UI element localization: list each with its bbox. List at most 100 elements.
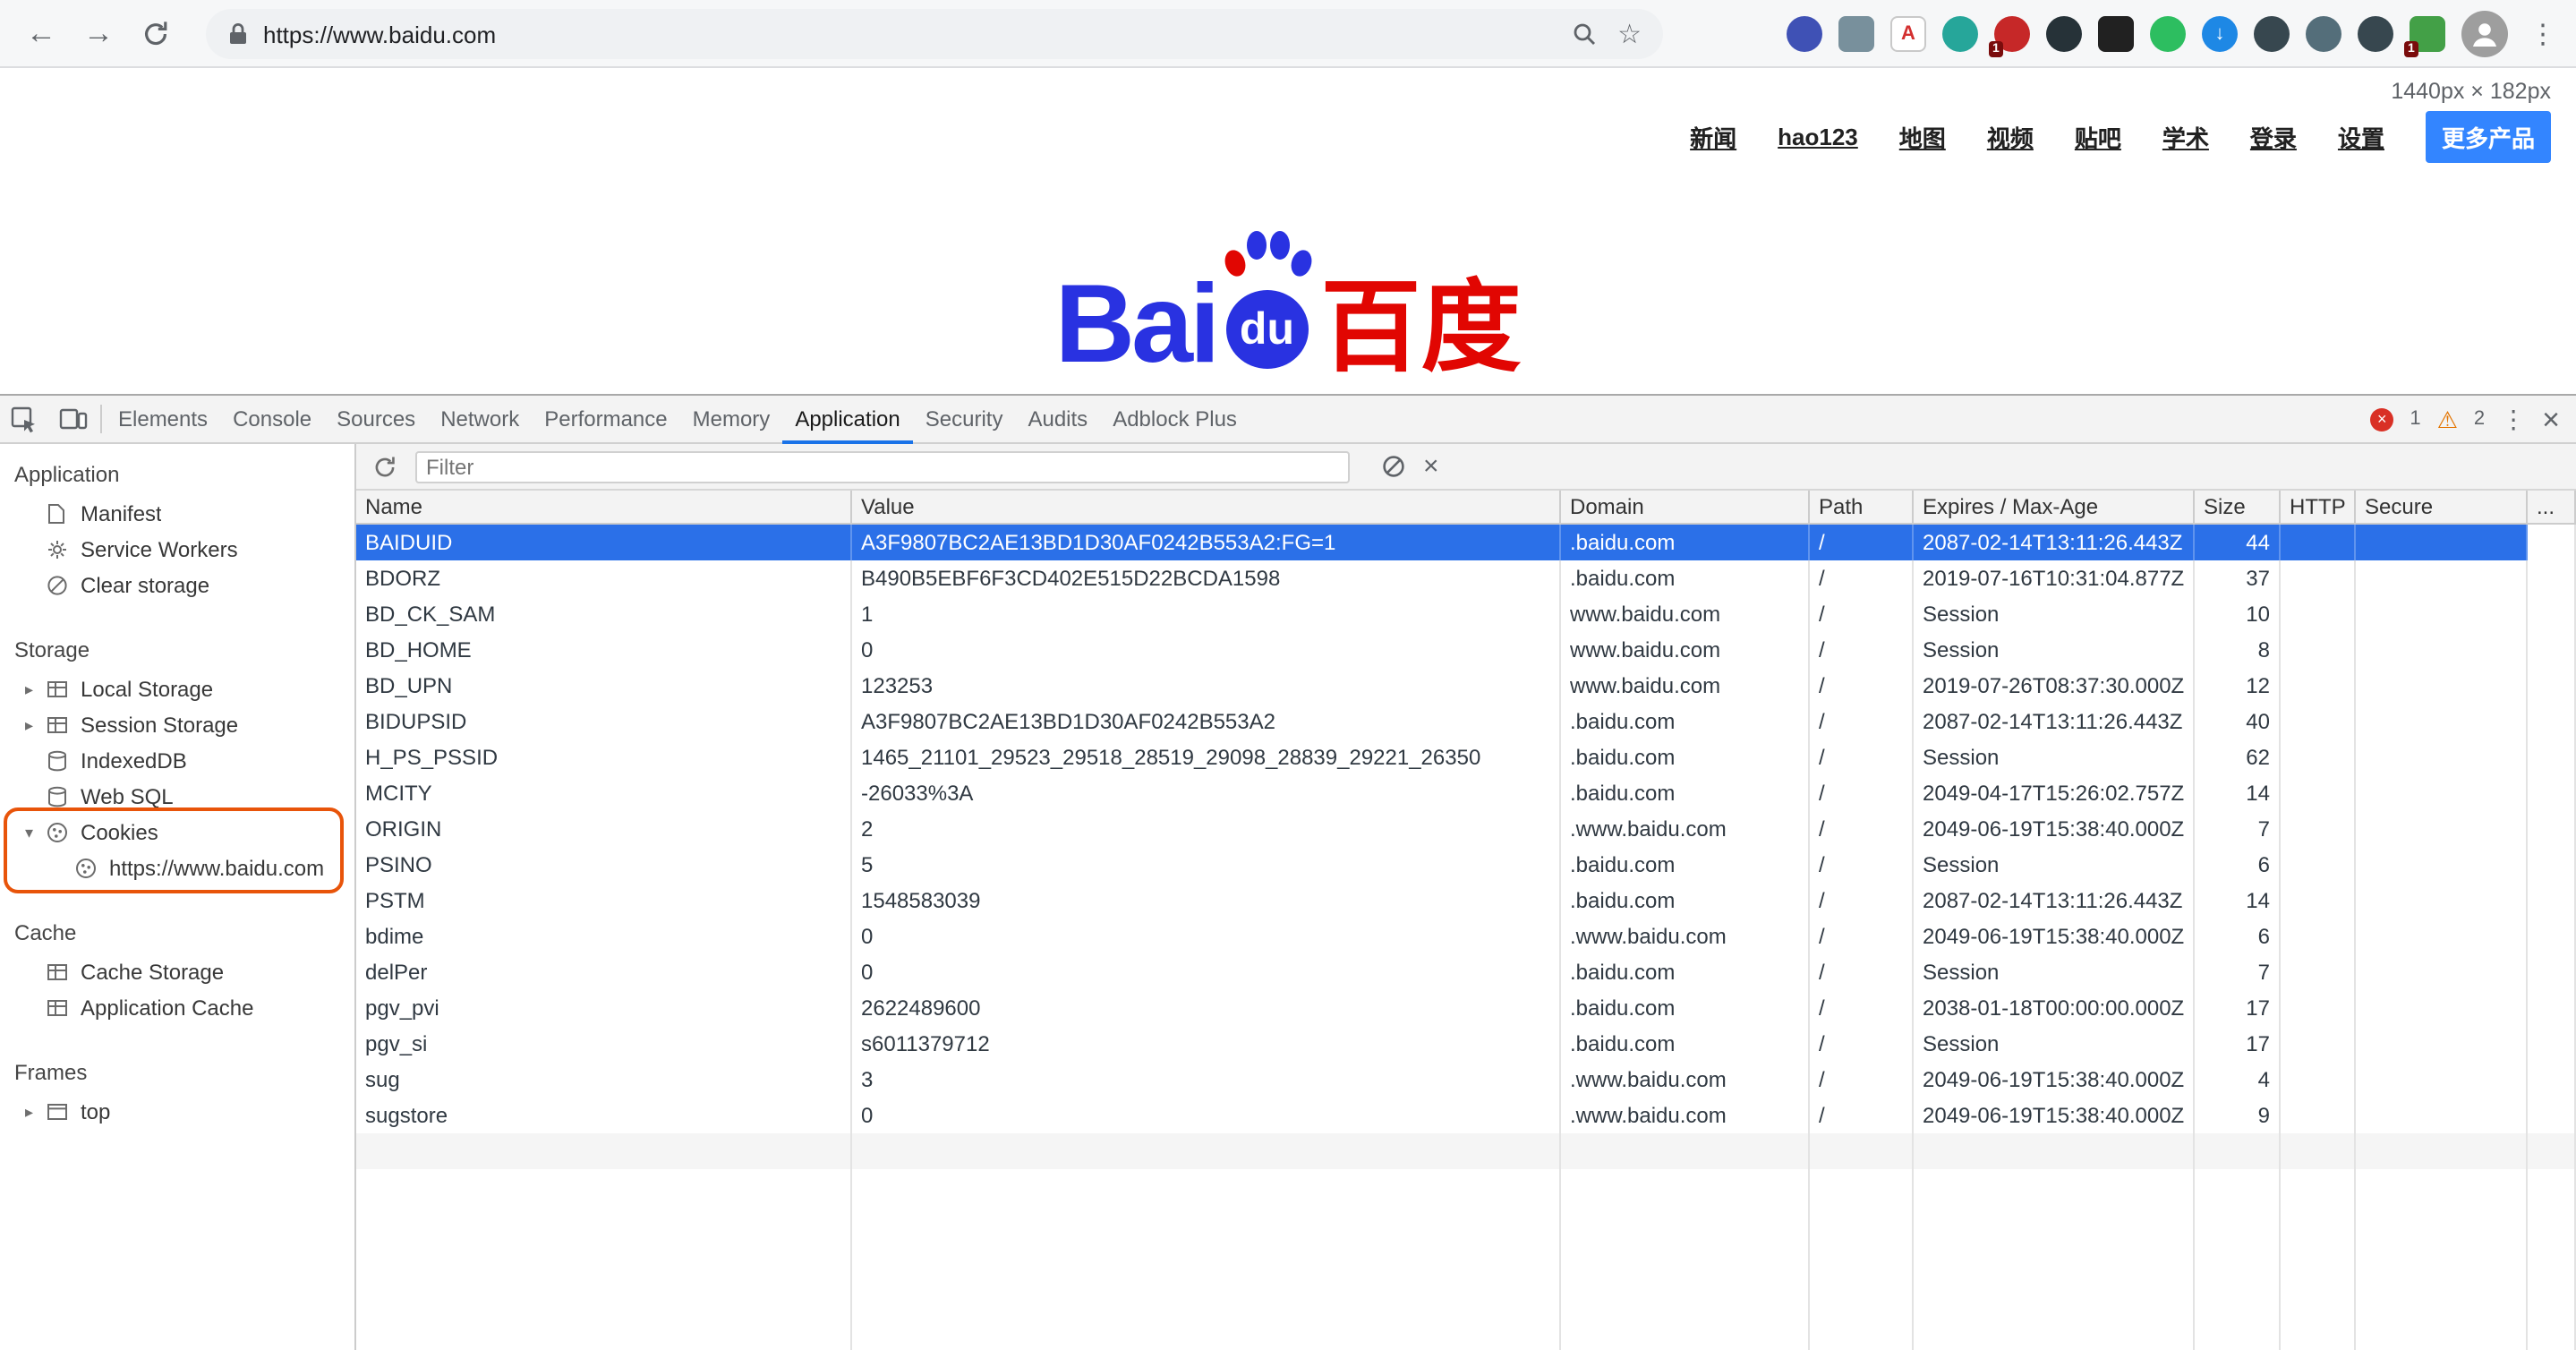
sidebar-item-clear-storage[interactable]: Clear storage (0, 568, 354, 603)
cookie-row[interactable]: PSTM1548583039.baidu.com/2087-02-14T13:1… (356, 883, 2576, 919)
column-header-name[interactable]: Name (356, 491, 852, 523)
sidebar-item-manifest[interactable]: Manifest (0, 496, 354, 532)
url-text[interactable]: https://www.baidu.com (263, 21, 496, 47)
cell-domain: .baidu.com (1561, 954, 1810, 990)
reload-icon[interactable] (129, 0, 183, 68)
tab-console[interactable]: Console (220, 395, 324, 443)
cookie-row[interactable]: H_PS_PSSID1465_21101_29523_29518_28519_2… (356, 739, 2576, 775)
chevron-right-icon[interactable]: ▸ (25, 715, 47, 735)
warning-count[interactable]: 2 (2474, 408, 2485, 430)
extension-adblock-plus-icon[interactable]: 1 (1994, 16, 2030, 52)
error-icon[interactable]: × (2370, 407, 2393, 431)
chevron-down-icon[interactable]: ▾ (25, 823, 47, 842)
column-header-item[interactable]: ... (2528, 491, 2576, 523)
sidebar-item-application-cache[interactable]: Application Cache (0, 990, 354, 1026)
devtools-menu-icon[interactable]: ⋮ (2501, 404, 2526, 434)
tab-adblock-plus[interactable]: Adblock Plus (1100, 395, 1250, 443)
profile-avatar[interactable] (2461, 11, 2508, 57)
extension-qr-code-icon[interactable] (2098, 16, 2134, 52)
baidu-nav-item[interactable]: 视频 (1987, 120, 2034, 154)
sidebar-item-cache-storage[interactable]: Cache Storage (0, 954, 354, 990)
column-header-secure[interactable]: Secure (2356, 491, 2528, 523)
cookie-row[interactable]: delPer0.baidu.com/Session7 (356, 954, 2576, 990)
baidu-nav-item[interactable]: 学术 (2162, 120, 2209, 154)
sidebar-item-service-workers[interactable]: Service Workers (0, 532, 354, 568)
cell-secure (2356, 811, 2528, 847)
sidebar-item-indexeddb[interactable]: IndexedDB (0, 743, 354, 779)
sidebar-item-local-storage[interactable]: ▸Local Storage (0, 671, 354, 707)
extension-camera-icon[interactable] (2254, 16, 2290, 52)
cookie-row[interactable]: BD_UPN123253www.baidu.com/2019-07-26T08:… (356, 668, 2576, 704)
baidu-nav-item[interactable]: 贴吧 (2075, 120, 2121, 154)
cell-domain: .baidu.com (1561, 775, 1810, 811)
cookie-row[interactable]: BD_CK_SAM1www.baidu.com/Session10 (356, 596, 2576, 632)
column-header-http[interactable]: HTTP (2281, 491, 2356, 523)
sidebar-item-top[interactable]: ▸top (0, 1094, 354, 1130)
tab-performance[interactable]: Performance (532, 395, 679, 443)
cell-secure (2356, 704, 2528, 739)
cookie-row[interactable]: BAIDUIDA3F9807BC2AE13BD1D30AF0242B553A2:… (356, 525, 2576, 560)
extension-dark-blue-circle-icon[interactable] (1787, 16, 1822, 52)
column-header-path[interactable]: Path (1810, 491, 1914, 523)
baidu-more-products-button[interactable]: 更多产品 (2426, 111, 2551, 163)
cookie-row[interactable]: sugstore0.www.baidu.com/2049-06-19T15:38… (356, 1098, 2576, 1133)
cookie-row[interactable]: pgv_sis6011379712.baidu.com/Session17 (356, 1026, 2576, 1062)
baidu-nav-hao123[interactable]: hao123 (1778, 124, 1858, 150)
cookie-row[interactable]: bdime0.www.baidu.com/2049-06-19T15:38:40… (356, 919, 2576, 954)
zoom-icon[interactable] (1571, 21, 1596, 47)
bookmark-star-icon[interactable]: ☆ (1617, 21, 1642, 47)
cookie-row[interactable]: MCITY-26033%3A.baidu.com/2049-04-17T15:2… (356, 775, 2576, 811)
baidu-nav-item[interactable]: 新闻 (1690, 120, 1736, 154)
cookie-row[interactable]: BD_HOME0www.baidu.com/Session8 (356, 632, 2576, 668)
block-icon[interactable] (1382, 455, 1405, 478)
cell-size: 14 (2195, 883, 2281, 919)
back-icon[interactable]: ← (14, 0, 68, 68)
sidebar-item-cookies[interactable]: ▾Cookies (0, 815, 354, 850)
tab-application[interactable]: Application (782, 395, 912, 443)
address-bar[interactable]: https://www.baidu.com ☆ (206, 9, 1663, 59)
baidu-nav-item[interactable]: 地图 (1899, 120, 1946, 154)
extension-download-arrow-icon[interactable]: ↓ (2202, 16, 2238, 52)
extension-tools-icon[interactable] (2306, 16, 2341, 52)
sidebar-item-web-sql[interactable]: Web SQL (0, 779, 354, 815)
extension-green-capture-icon[interactable]: 1 (2410, 16, 2445, 52)
cookie-row[interactable]: ORIGIN2.www.baidu.com/2049-06-19T15:38:4… (356, 811, 2576, 847)
baidu-nav-item[interactable]: 设置 (2338, 120, 2384, 154)
chevron-right-icon[interactable]: ▸ (25, 1102, 47, 1122)
cookie-row[interactable]: BIDUPSIDA3F9807BC2AE13BD1D30AF0242B553A2… (356, 704, 2576, 739)
cookie-row[interactable]: PSINO5.baidu.com/Session6 (356, 847, 2576, 883)
error-count[interactable]: 1 (2410, 408, 2420, 430)
tab-security[interactable]: Security (913, 395, 1016, 443)
tab-network[interactable]: Network (428, 395, 532, 443)
refresh-icon[interactable] (372, 454, 397, 479)
tab-audits[interactable]: Audits (1015, 395, 1100, 443)
tab-elements[interactable]: Elements (106, 395, 220, 443)
cookie-row[interactable]: BDORZB490B5EBF6F3CD402E515D22BCDA1598.ba… (356, 560, 2576, 596)
tab-memory[interactable]: Memory (680, 395, 783, 443)
inspect-element-icon[interactable] (0, 395, 48, 443)
filter-input[interactable] (415, 450, 1350, 483)
column-header-expires-max-age[interactable]: Expires / Max-Age (1914, 491, 2195, 523)
cookie-row[interactable]: pgv_pvi2622489600.baidu.com/2038-01-18T0… (356, 990, 2576, 1026)
column-header-domain[interactable]: Domain (1561, 491, 1810, 523)
forward-icon[interactable]: → (72, 0, 125, 68)
devtools-close-icon[interactable]: × (2542, 404, 2560, 434)
baidu-nav-item[interactable]: 登录 (2250, 120, 2297, 154)
column-header-value[interactable]: Value (852, 491, 1561, 523)
column-header-size[interactable]: Size (2195, 491, 2281, 523)
clear-filter-icon[interactable]: × (1423, 453, 1439, 480)
extension-letter-a-icon[interactable]: A (1890, 16, 1926, 52)
cookie-row[interactable]: sug3.www.baidu.com/2049-06-19T15:38:40.0… (356, 1062, 2576, 1098)
tab-sources[interactable]: Sources (324, 395, 428, 443)
extension-translate-icon[interactable] (1838, 16, 1874, 52)
extension-evernote-icon[interactable] (2150, 16, 2186, 52)
sidebar-item-https-www-baidu-com[interactable]: https://www.baidu.com (0, 850, 354, 886)
extension-shield-icon[interactable] (2358, 16, 2393, 52)
sidebar-item-session-storage[interactable]: ▸Session Storage (0, 707, 354, 743)
warning-icon[interactable]: ⚠ (2437, 407, 2458, 431)
extension-dark-circle-icon[interactable] (2046, 16, 2082, 52)
browser-menu-icon[interactable]: ⋮ (2524, 18, 2562, 50)
extension-teal-circle-icon[interactable] (1942, 16, 1978, 52)
chevron-right-icon[interactable]: ▸ (25, 679, 47, 699)
device-toolbar-icon[interactable] (48, 395, 97, 443)
